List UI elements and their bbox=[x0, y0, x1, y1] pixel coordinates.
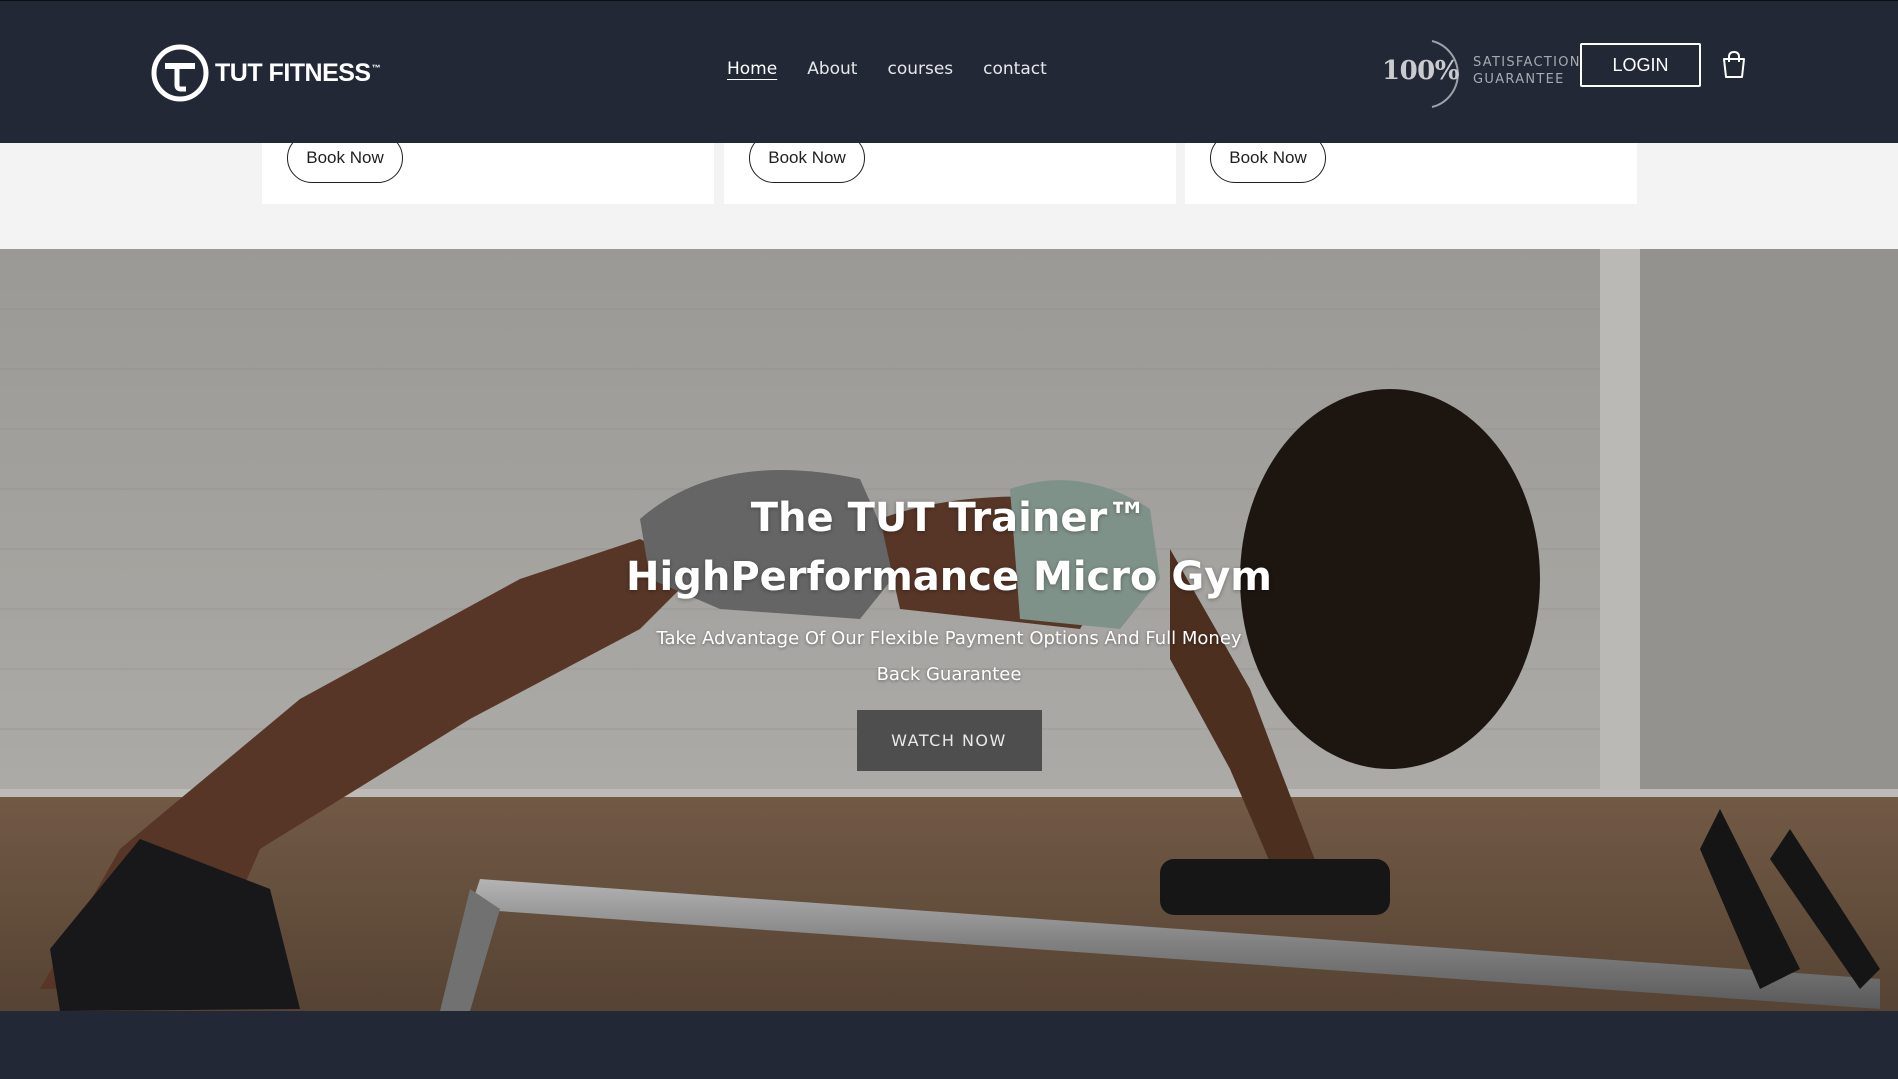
login-button[interactable]: LOGIN bbox=[1580, 43, 1701, 87]
logo-wordmark: TUT FITNESS™ bbox=[215, 58, 381, 87]
product-card: Book Now bbox=[262, 133, 714, 204]
hero-content: The TUT Trainer™ HighPerformance Micro G… bbox=[0, 489, 1898, 771]
tut-logo-icon bbox=[151, 44, 209, 102]
nav-about[interactable]: About bbox=[807, 59, 857, 79]
product-card: Book Now bbox=[724, 133, 1176, 204]
main-nav: Home About courses contact bbox=[727, 59, 1047, 79]
cart-icon[interactable] bbox=[1721, 51, 1747, 79]
site-header: TUT FITNESS™ Home About courses contact … bbox=[0, 0, 1898, 143]
hero-banner: The TUT Trainer™ HighPerformance Micro G… bbox=[0, 249, 1898, 1011]
hero-title: The TUT Trainer™ HighPerformance Micro G… bbox=[626, 495, 1272, 600]
guarantee-percent: 100% bbox=[1382, 56, 1459, 86]
next-section bbox=[0, 1011, 1898, 1079]
guarantee-text: SATISFACTION GUARANTEE bbox=[1473, 55, 1581, 87]
site-logo[interactable]: TUT FITNESS™ bbox=[150, 43, 381, 103]
watch-now-button[interactable]: WATCH NOW bbox=[856, 710, 1042, 771]
nav-courses[interactable]: courses bbox=[887, 59, 953, 79]
nav-contact[interactable]: contact bbox=[983, 59, 1047, 79]
product-strip: Book Now Book Now Book Now bbox=[0, 133, 1898, 249]
product-card: Book Now bbox=[1185, 133, 1637, 204]
hero-subtitle: Take Advantage Of Our Flexible Payment O… bbox=[656, 628, 1242, 685]
satisfaction-guarantee-badge: 100% SATISFACTION GUARANTEE bbox=[1380, 37, 1580, 109]
nav-home[interactable]: Home bbox=[727, 59, 777, 79]
